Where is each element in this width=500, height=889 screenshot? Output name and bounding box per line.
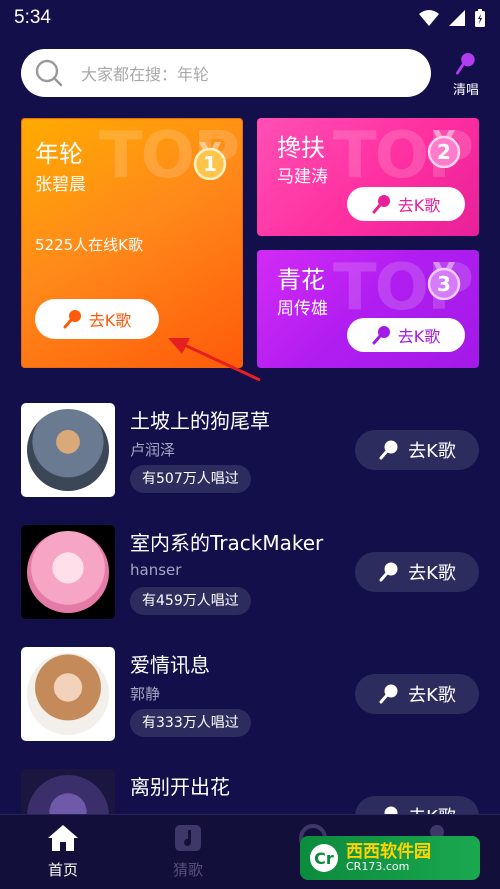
card-title: 年轮 (35, 140, 83, 168)
cover-image (27, 409, 109, 491)
card-artist: 周传雄 (277, 299, 328, 319)
go-karaoke-label: 去K歌 (397, 196, 441, 215)
go-karaoke-button[interactable]: 去K歌 (355, 430, 479, 470)
logo-domain: CR173.com (346, 860, 410, 874)
sung-count-badge: 有507万人唱过 (130, 465, 251, 493)
rank-number: 3 (437, 272, 451, 296)
top-card-2[interactable]: TOP 2 搀扶 马建涛 去K歌 (257, 118, 479, 236)
home-icon (48, 825, 78, 851)
search-icon (35, 59, 63, 87)
rank-number: 1 (203, 152, 217, 176)
status-bar: 5:34 (0, 0, 500, 36)
card-artist: 张碧晨 (35, 175, 86, 195)
song-artist: 郭静 (130, 685, 161, 703)
song-cover (21, 525, 115, 619)
signal-icon (449, 10, 465, 26)
go-karaoke-label: 去K歌 (408, 685, 456, 706)
rank-medal-icon: 2 (427, 130, 461, 168)
nav-guess[interactable]: 猜歌 (153, 823, 223, 880)
go-karaoke-button[interactable]: 去K歌 (347, 318, 465, 352)
top-card-3[interactable]: TOP 3 青花 周传雄 去K歌 (257, 250, 479, 368)
microphone-icon (379, 562, 398, 582)
song-title: 室内系的TrackMaker (130, 531, 324, 555)
microphone-icon (372, 195, 390, 214)
song-cover (21, 403, 115, 497)
song-title: 爱情讯息 (130, 653, 210, 677)
song-list-item[interactable]: 爱情讯息 郭静 有333万人唱过 去K歌 (21, 647, 481, 747)
wifi-icon (419, 10, 439, 26)
microphone-icon (372, 326, 390, 345)
site-watermark-logo: Cr 西西软件园 CR173.com (300, 836, 480, 880)
go-karaoke-button[interactable]: 去K歌 (355, 674, 479, 714)
song-title: 离别开出花 (130, 775, 230, 799)
clear-sing-label: 清唱 (452, 83, 479, 98)
song-artist: hanser (130, 561, 182, 579)
nav-guess-label: 猜歌 (172, 861, 203, 879)
microphone-icon (63, 310, 81, 329)
svg-text:Cr: Cr (314, 849, 334, 868)
status-time: 5:34 (14, 7, 51, 28)
card-title: 青花 (277, 266, 325, 294)
go-karaoke-button[interactable]: 去K歌 (355, 552, 479, 592)
rank-number: 2 (437, 140, 451, 164)
go-karaoke-label: 去K歌 (408, 563, 456, 584)
song-title: 土坡上的狗尾草 (130, 409, 270, 433)
song-list-item[interactable]: 室内系的TrackMaker hanser 有459万人唱过 去K歌 (21, 525, 481, 625)
song-artist: 卢润泽 (130, 441, 176, 459)
go-karaoke-label: 去K歌 (397, 327, 441, 346)
logo-icon: Cr (310, 844, 338, 872)
top-card-1[interactable]: TOP 1 年轮 张碧晨 5225人在线K歌 去K歌 (21, 118, 243, 368)
go-karaoke-button[interactable]: 去K歌 (347, 187, 465, 221)
battery-icon (475, 9, 485, 27)
status-icons (418, 8, 486, 28)
nav-home-label: 首页 (47, 861, 78, 879)
music-note-icon (175, 825, 201, 851)
card-artist: 马建涛 (277, 167, 328, 187)
annotation-arrow (168, 338, 261, 382)
logo-brand: 西西软件园 (346, 841, 431, 862)
song-list-item[interactable]: 土坡上的狗尾草 卢润泽 有507万人唱过 去K歌 (21, 403, 481, 503)
song-cover (21, 647, 115, 741)
rank-medal-icon: 3 (427, 262, 461, 300)
microphone-icon (455, 52, 475, 75)
go-karaoke-label: 去K歌 (408, 441, 456, 462)
sung-count-badge: 有333万人唱过 (130, 709, 251, 737)
clear-sing-button[interactable]: 清唱 (446, 52, 486, 98)
sung-count-badge: 有459万人唱过 (130, 587, 251, 615)
search-placeholder: 大家都在搜：年轮 (81, 65, 210, 84)
cover-image (27, 531, 109, 613)
microphone-icon (379, 440, 398, 460)
rank-medal-icon: 1 (193, 142, 227, 180)
online-count: 5225人在线K歌 (35, 236, 144, 254)
nav-home[interactable]: 首页 (28, 823, 98, 880)
search-input[interactable]: 大家都在搜：年轮 (21, 49, 431, 97)
card-title: 搀扶 (277, 134, 325, 162)
go-karaoke-label: 去K歌 (88, 311, 132, 330)
go-karaoke-button[interactable]: 去K歌 (35, 299, 159, 339)
cover-image (27, 653, 109, 735)
microphone-icon (379, 684, 398, 704)
